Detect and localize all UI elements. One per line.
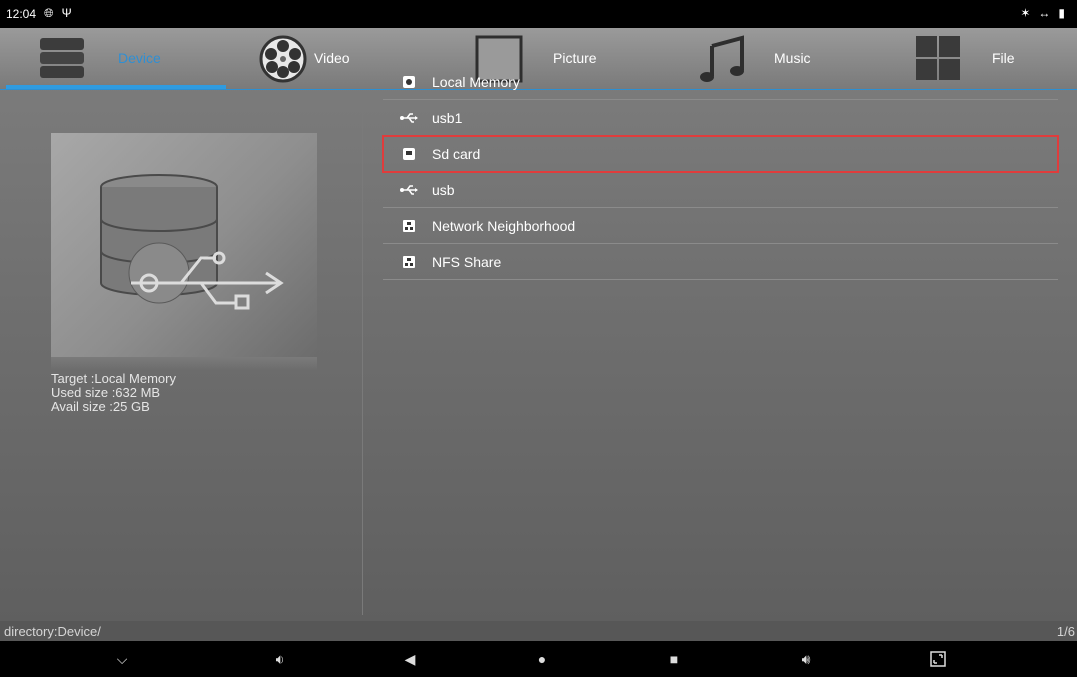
info-target: Target :Local Memory	[51, 371, 176, 386]
recents-icon[interactable]: ■	[664, 651, 684, 667]
globe-icon: 🌐︎	[44, 6, 54, 20]
tab-device[interactable]: Device	[0, 28, 226, 90]
network-icon	[398, 217, 420, 235]
screenshot-icon[interactable]	[928, 651, 948, 670]
hide-bar-icon[interactable]: ⌵	[112, 651, 132, 668]
data-arrows-icon: ↔	[1038, 6, 1051, 20]
info-avail-size: Avail size :25 GB	[51, 399, 150, 414]
usb-icon	[398, 109, 420, 127]
list-item-label: NFS Share	[432, 253, 502, 270]
system-navigation-bar: ⌵ 🔉︎ ◀ ● ■ 🔊︎	[0, 641, 1077, 677]
tab-device-label: Device	[118, 50, 161, 66]
disk-icon	[398, 73, 420, 91]
device-list: Local Memory usb1 Sd card usb Network Ne…	[382, 64, 1059, 280]
back-icon[interactable]: ◀	[400, 651, 420, 668]
database-icon	[40, 38, 84, 78]
usb-icon: Ψ	[61, 6, 72, 20]
device-info: Target :Local Memory Used size :632 MB A…	[51, 372, 176, 414]
preview-reflection	[51, 357, 317, 371]
usb-icon	[398, 181, 420, 199]
list-item-usb1[interactable]: usb1	[383, 100, 1058, 136]
directory-path: directory:Device/	[4, 624, 101, 639]
battery-icon: ▮	[1058, 6, 1065, 20]
status-time: 12:04	[6, 7, 37, 21]
page-indicator: 1/6	[1056, 624, 1075, 639]
list-item-label: Sd card	[432, 145, 481, 162]
film-reel-icon	[259, 35, 307, 83]
list-item-label: usb1	[432, 109, 463, 126]
home-icon[interactable]: ●	[532, 651, 552, 667]
list-item-label: Network Neighborhood	[432, 217, 576, 234]
active-tab-indicator	[6, 85, 226, 89]
bluetooth-icon: ✶	[1020, 6, 1031, 20]
list-item-nfs-share[interactable]: NFS Share	[383, 244, 1058, 280]
info-used-size: Used size :632 MB	[51, 385, 161, 400]
volume-up-icon[interactable]: 🔊︎	[796, 651, 816, 668]
status-bar: 12:04 🌐︎ Ψ ✶ ↔ ▮	[0, 0, 1077, 28]
media-center-app: Device Video Picture Music File Target:…	[0, 28, 1077, 641]
list-item-sd-card[interactable]: Sd card	[382, 135, 1059, 173]
list-item-local-memory[interactable]: Local Memory	[383, 64, 1058, 100]
directory-footer: directory:Device/ 1/6	[0, 621, 1077, 641]
list-item-network-neighborhood[interactable]: Network Neighborhood	[383, 208, 1058, 244]
list-item-label: Local Memory	[432, 73, 520, 90]
database-usb-icon	[100, 174, 284, 310]
list-item-label: usb	[432, 181, 455, 198]
tab-video-label: Video	[314, 50, 350, 66]
sd-card-icon	[398, 145, 420, 163]
device-preview	[51, 133, 317, 357]
network-icon	[398, 253, 420, 271]
device-info-pane: Target :Local Memory Used size :632 MB A…	[0, 90, 363, 615]
volume-down-icon[interactable]: 🔉︎	[270, 651, 290, 668]
list-item-usb[interactable]: usb	[383, 172, 1058, 208]
